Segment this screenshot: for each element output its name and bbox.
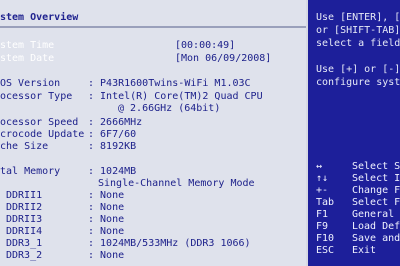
total-memory-row: tal Memory : 1024MB: [0, 166, 306, 178]
key-desc: Select F: [352, 197, 400, 208]
total-memory-label: tal Memory: [0, 166, 61, 177]
microcode-update-value: : 6F7/60: [88, 129, 137, 140]
system-date-label: stem Date: [0, 53, 55, 64]
dimm-label: DDR3_2: [6, 250, 43, 261]
key-legend-row: F10 Save and: [316, 233, 400, 244]
tab-key: Tab: [316, 197, 335, 208]
dimm-label: DDR3_1: [6, 238, 43, 249]
header-divider: [0, 26, 306, 28]
processor-speed-row: ocessor Speed : 2666MHz: [0, 117, 306, 129]
f1-key: F1: [316, 209, 329, 220]
total-memory-value: : 1024MB: [88, 166, 137, 177]
system-time-row[interactable]: stem Time [00:00:49]: [0, 40, 306, 52]
cache-size-label: che Size: [0, 141, 49, 152]
processor-type-label: ocessor Type: [0, 91, 73, 102]
processor-speed-value: : 2666MHz: [88, 117, 143, 128]
page-title: stem Overview: [0, 12, 306, 23]
dimm-value: : None: [88, 190, 125, 201]
key-desc: Save and: [352, 233, 400, 244]
system-time-field[interactable]: [00:00:49]: [175, 40, 235, 51]
help-line: Use [+] or [-]: [316, 64, 400, 75]
dimm-value: : None: [88, 202, 125, 213]
microcode-update-row: crocode Update : 6F7/60: [0, 129, 306, 141]
system-time-label: stem Time: [0, 40, 55, 51]
cache-size-row: che Size : 8192KB: [0, 141, 306, 153]
processor-speed-label: ocessor Speed: [0, 117, 79, 128]
cache-size-value: : 8192KB: [88, 141, 137, 152]
dimm-value: : None: [88, 214, 125, 225]
dimm-row: DDR3_1 : 1024MB/533MHz (DDR3 1066): [0, 238, 306, 250]
dimm-label: DDRII3: [6, 214, 43, 225]
bios-version-value: : P43R1600Twins-WiFi M1.03C: [88, 78, 251, 89]
help-line: select a field: [316, 38, 400, 49]
key-legend-row: F9 Load Def: [316, 221, 400, 232]
key-desc: Load Def: [352, 221, 400, 232]
system-date-field[interactable]: [Mon 06/09/2008]: [175, 53, 271, 64]
help-line: or [SHIFT-TAB]: [316, 25, 400, 36]
key-legend-row: ESC Exit: [316, 245, 376, 256]
key-desc: Exit: [352, 245, 377, 256]
f9-key: F9: [316, 221, 329, 232]
dimm-row: DDR3_2 : None: [0, 250, 306, 262]
dimm-row: DDRII2 : None: [0, 202, 306, 214]
bios-version-label: OS Version: [0, 78, 61, 89]
memory-mode-row: Single-Channel Memory Mode: [0, 178, 306, 190]
system-date-row[interactable]: stem Date [Mon 06/09/2008]: [0, 53, 306, 65]
dimm-row: DDRII1 : None: [0, 190, 306, 202]
key-desc: General: [352, 209, 395, 220]
dimm-value: : None: [88, 250, 125, 261]
key-legend-row: ↔ Select S: [316, 161, 400, 172]
key-legend-row: F1 General: [316, 209, 394, 220]
key-legend-row: +- Change F: [316, 185, 400, 196]
dimm-row: DDRII3 : None: [0, 214, 306, 226]
dimm-row: DDRII4 : None: [0, 226, 306, 238]
esc-key: ESC: [316, 245, 335, 256]
dimm-label: DDRII2: [6, 202, 43, 213]
memory-mode-value: Single-Channel Memory Mode: [98, 178, 255, 189]
processor-type-value-2: @ 2.66GHz (64bit): [118, 103, 221, 114]
dimm-label: DDRII1: [6, 190, 43, 201]
help-line: configure syst: [316, 77, 400, 88]
processor-type-value: : Intel(R) Core(TM)2 Quad CPU: [88, 91, 263, 102]
key-legend-row: ↑↓ Select I: [316, 173, 400, 184]
dimm-value: : None: [88, 226, 125, 237]
key-desc: Select S: [352, 161, 400, 172]
bios-version-row: OS Version : P43R1600Twins-WiFi M1.03C: [0, 78, 306, 90]
help-line: Use [ENTER], [: [316, 12, 400, 23]
up-down-arrow-icon: ↑↓: [316, 173, 329, 184]
processor-type-row: ocessor Type : Intel(R) Core(TM)2 Quad C…: [0, 91, 306, 103]
key-desc: Select I: [352, 173, 400, 184]
key-desc: Change F: [352, 185, 400, 196]
left-right-arrow-icon: ↔: [316, 161, 323, 172]
plus-minus-key: +-: [316, 185, 329, 196]
key-legend-row: Tab Select F: [316, 197, 400, 208]
f10-key: F10: [316, 233, 335, 244]
microcode-update-label: crocode Update: [0, 129, 85, 140]
dimm-value: : 1024MB/533MHz (DDR3 1066): [88, 238, 251, 249]
processor-type-row-2: @ 2.66GHz (64bit): [0, 103, 306, 115]
page-title-text: stem Overview: [0, 12, 79, 23]
system-overview-panel: stem Overview stem Time [00:00:49] stem …: [0, 0, 306, 266]
dimm-label: DDRII4: [6, 226, 43, 237]
